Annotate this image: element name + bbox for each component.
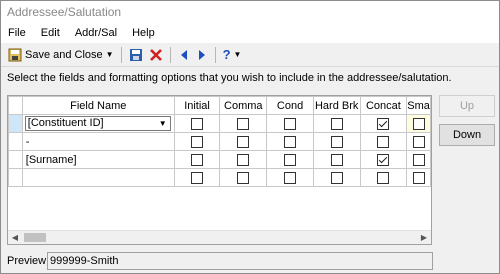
row-header[interactable] [8, 132, 23, 151]
field-grid: Field Name Initial Comma Cond Hard Brk C… [7, 95, 432, 245]
row-header[interactable] [8, 150, 23, 169]
window-title: Addressee/Salutation [1, 1, 499, 23]
concat-checkbox[interactable] [377, 153, 390, 166]
initial-checkbox[interactable] [191, 135, 204, 148]
field-cell[interactable]: [Constituent ID] ▼ [21, 114, 175, 133]
comma-checkbox[interactable] [237, 117, 250, 130]
help-icon: ? [222, 47, 231, 62]
row-header[interactable] [8, 168, 23, 187]
row-header[interactable] [8, 114, 23, 133]
addressee-salutation-window: Addressee/Salutation File Edit Addr/Sal … [0, 0, 500, 274]
concat-checkbox[interactable] [377, 135, 390, 148]
table-row [8, 168, 431, 187]
column-header-initial[interactable]: Initial [173, 96, 221, 115]
menu-edit[interactable]: Edit [36, 23, 65, 43]
initial-checkbox[interactable] [191, 117, 204, 130]
header-row: Field Name Initial Comma Cond Hard Brk C… [8, 96, 431, 115]
comma-checkbox[interactable] [237, 171, 250, 184]
cond-checkbox[interactable] [284, 153, 297, 166]
column-header-comma[interactable]: Comma [219, 96, 268, 115]
cond-checkbox[interactable] [284, 117, 297, 130]
small-checkbox[interactable] [412, 135, 425, 148]
horizontal-scrollbar[interactable]: ◀ ▶ [8, 230, 431, 244]
help-button[interactable]: ? ▼ [220, 45, 245, 65]
scroll-right-icon[interactable]: ▶ [417, 231, 431, 244]
initial-checkbox[interactable] [191, 171, 204, 184]
table-row: [Surname] [8, 150, 431, 169]
column-header-field-name[interactable]: Field Name [21, 96, 175, 115]
cond-checkbox[interactable] [284, 171, 297, 184]
column-header-hard-brk[interactable]: Hard Brk [312, 96, 361, 115]
cond-checkbox[interactable] [284, 135, 297, 148]
corner-cell [8, 96, 23, 115]
arrow-right-icon [198, 49, 205, 60]
hard-brk-checkbox[interactable] [330, 135, 343, 148]
field-cell[interactable]: [Surname] [21, 150, 175, 169]
column-header-concat[interactable]: Concat [359, 96, 408, 115]
comma-checkbox[interactable] [237, 135, 250, 148]
scroll-left-icon[interactable]: ◀ [8, 231, 22, 244]
chevron-down-icon: ▼ [233, 50, 242, 59]
menu-addr-sal[interactable]: Addr/Sal [70, 23, 122, 43]
field-cell[interactable] [21, 168, 175, 187]
save-icon [8, 48, 22, 61]
initial-checkbox[interactable] [191, 153, 204, 166]
disk-icon [129, 48, 142, 61]
field-dropdown[interactable]: [Constituent ID] ▼ [24, 116, 171, 131]
arrow-left-icon [180, 49, 187, 60]
delete-button[interactable] [146, 45, 166, 65]
preview-field: 999999-Smith [47, 252, 433, 270]
field-cell[interactable]: - [21, 132, 175, 151]
field-dropdown-value: [Constituent ID] [27, 117, 104, 129]
save-and-close-label: Save and Close [25, 48, 103, 61]
delete-x-icon [149, 48, 162, 61]
small-checkbox[interactable] [412, 153, 425, 166]
small-checkbox[interactable] [412, 117, 425, 130]
menu-help[interactable]: Help [127, 23, 160, 43]
hard-brk-checkbox[interactable] [330, 117, 343, 130]
toolbar-separator [120, 46, 122, 63]
toolbar-separator [169, 46, 171, 63]
hard-brk-checkbox[interactable] [330, 153, 343, 166]
menu-file[interactable]: File [3, 23, 31, 43]
comma-checkbox[interactable] [237, 153, 250, 166]
down-button[interactable]: Down [439, 124, 495, 146]
toolbar: Save and Close ▼ ? ▼ [1, 43, 499, 67]
concat-checkbox[interactable] [377, 171, 390, 184]
concat-checkbox[interactable] [377, 117, 390, 130]
toolbar-separator [214, 46, 216, 63]
previous-button[interactable] [175, 45, 193, 65]
table-row: [Constituent ID] ▼ [8, 114, 431, 133]
small-checkbox[interactable] [412, 171, 425, 184]
instructions-text: Select the fields and formatting options… [7, 72, 452, 84]
save-and-close-button[interactable]: Save and Close ▼ [5, 45, 117, 65]
hard-brk-checkbox[interactable] [330, 171, 343, 184]
save-button[interactable] [126, 45, 146, 65]
up-button[interactable]: Up [439, 95, 495, 117]
table-row: - [8, 132, 431, 151]
menu-bar: File Edit Addr/Sal Help [1, 23, 499, 43]
scrollbar-thumb[interactable] [24, 233, 46, 242]
field-table: Field Name Initial Comma Cond Hard Brk C… [8, 96, 431, 187]
column-header-cond[interactable]: Cond [266, 96, 314, 115]
chevron-down-icon: ▼ [105, 50, 114, 59]
chevron-down-icon[interactable]: ▼ [156, 117, 170, 130]
preview-label: Preview: [7, 255, 50, 267]
next-button[interactable] [193, 45, 211, 65]
column-header-small[interactable]: Sma [406, 96, 431, 115]
